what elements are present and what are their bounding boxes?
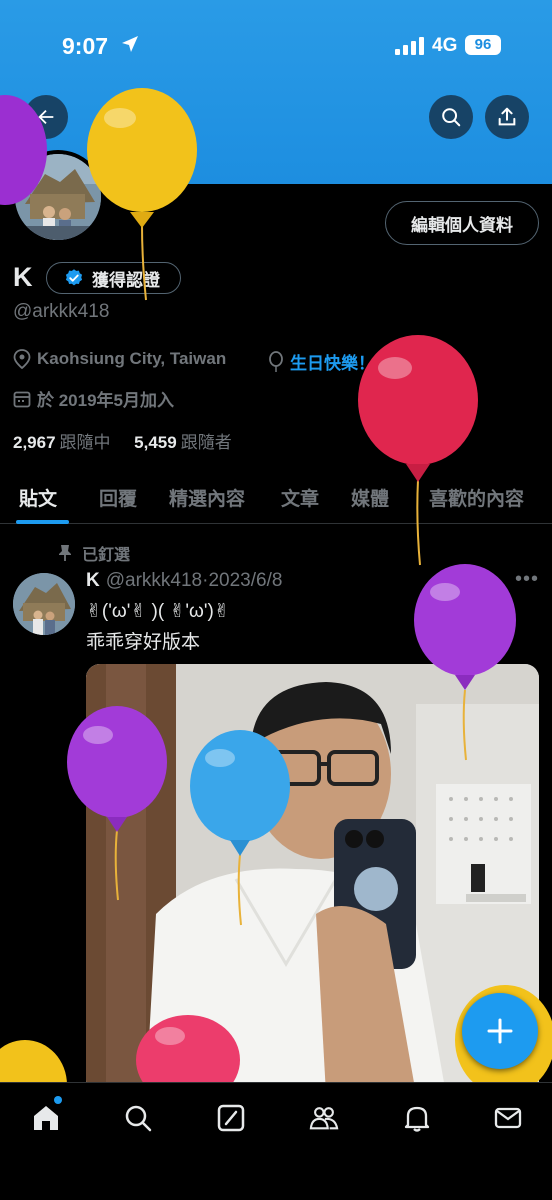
tab-posts[interactable]: 貼文 (19, 484, 57, 511)
birthday-text: 生日快樂！ (290, 354, 375, 373)
compose-button[interactable] (462, 993, 538, 1069)
verified-label: 獲得認證 (92, 270, 160, 290)
bottom-navigation (0, 1082, 552, 1200)
search-button[interactable] (429, 95, 473, 139)
following-count: 2,967 (13, 433, 56, 452)
status-bar: 9:07 4G 96 (0, 0, 552, 90)
tweet-text-line2: 乖乖穿好版本 (86, 632, 201, 653)
tweet-author-name[interactable]: K (86, 570, 100, 591)
tweet-text-line1: ✌('ω'✌ )( ✌'ω')✌ (86, 601, 230, 622)
tab-articles[interactable]: 文章 (281, 484, 319, 511)
profile-avatar[interactable] (11, 150, 105, 244)
back-button[interactable] (24, 95, 68, 139)
tab-replies[interactable]: 回覆 (99, 484, 137, 511)
balloon-icon (268, 350, 284, 373)
pinned-label: 已釘選 (58, 541, 130, 565)
search-icon (125, 1105, 152, 1132)
nav-notifications[interactable] (402, 1103, 432, 1133)
share-icon (498, 107, 516, 126)
tweet-avatar[interactable] (13, 573, 75, 635)
home-icon (34, 1106, 58, 1130)
profile-handle: @arkkk418 (13, 301, 110, 322)
arrow-left-icon (38, 109, 54, 125)
tab-media[interactable]: 媒體 (351, 484, 389, 511)
location-arrow-icon (120, 34, 140, 59)
tweet-author-handle[interactable]: @arkkk418 (106, 570, 202, 591)
profile-name: K (13, 262, 33, 292)
location-text: Kaohsiung City, Taiwan (37, 349, 227, 368)
messages-icon (494, 1107, 522, 1129)
plus-icon (487, 1018, 513, 1044)
more-options-icon[interactable]: ••• (515, 568, 539, 591)
communities-icon (309, 1107, 339, 1130)
nav-communities[interactable] (309, 1103, 339, 1133)
nav-grok[interactable] (216, 1103, 246, 1133)
location-pin-icon (13, 349, 31, 369)
status-time: 9:07 (62, 33, 109, 59)
tab-likes[interactable]: 喜歡的內容 (429, 484, 524, 511)
joined-text: 於 2019年5月加入 (37, 391, 174, 410)
edit-profile-button[interactable]: 編輯個人資料 (385, 201, 539, 245)
network-type: 4G (432, 35, 458, 56)
follow-stats: 2,967 跟隨中 5,459 跟隨者 (13, 428, 232, 453)
battery-indicator: 96 (465, 35, 501, 55)
pin-icon (59, 545, 71, 561)
search-icon (442, 108, 461, 127)
notifications-icon (404, 1106, 430, 1132)
share-button[interactable] (485, 95, 529, 139)
followers-count: 5,459 (134, 433, 177, 452)
calendar-icon (13, 390, 31, 408)
home-notification-dot (54, 1096, 62, 1104)
grok-icon (217, 1104, 245, 1132)
pinned-text: 已釘選 (82, 547, 131, 564)
verified-icon (65, 269, 83, 286)
profile-tabs: 貼文 回覆 精選內容 文章 媒體 喜歡的內容 (0, 468, 552, 524)
tweet-date[interactable]: 2023/6/8 (208, 570, 282, 591)
nav-messages[interactable] (493, 1103, 523, 1133)
followers-label: 跟隨者 (180, 433, 232, 452)
profile-location: Kaohsiung City, Taiwan (13, 349, 226, 369)
verified-badge-button[interactable]: 獲得認證 (46, 262, 181, 294)
tab-highlights[interactable]: 精選內容 (169, 484, 245, 511)
active-tab-indicator (16, 520, 69, 524)
profile-joined: 於 2019年5月加入 (13, 386, 174, 411)
tweet-header: K @arkkk418·2023/6/8 (86, 570, 282, 592)
following-label: 跟隨中 (59, 433, 111, 452)
followers-link[interactable]: 5,459 跟隨者 (134, 433, 232, 452)
signal-icon (395, 37, 425, 60)
birthday-label: 生日快樂！ (268, 349, 375, 374)
nav-home[interactable] (31, 1103, 61, 1133)
following-link[interactable]: 2,967 跟隨中 (13, 433, 111, 452)
nav-search[interactable] (123, 1103, 153, 1133)
